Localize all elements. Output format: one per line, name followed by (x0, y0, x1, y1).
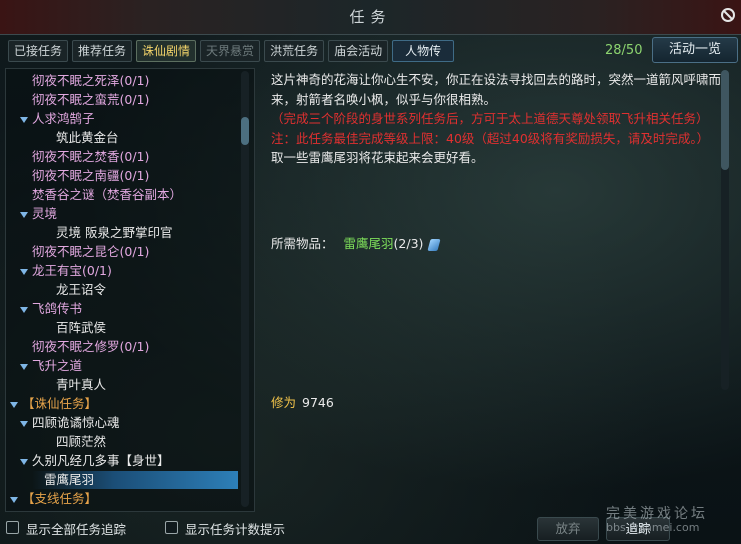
quest-list-item[interactable]: 飞升之道 (20, 357, 82, 375)
quest-label: 彻夜不眠之修罗(0/1) (32, 339, 150, 354)
expand-caret-icon[interactable] (20, 363, 28, 370)
quest-list-item[interactable]: 灵境 (20, 205, 57, 223)
reward-value: 9746 (302, 395, 334, 410)
quest-reward: 修为 9746 (271, 392, 334, 411)
feather-icon[interactable] (427, 238, 442, 251)
quest-list-item[interactable]: 龙王有宝(0/1) (20, 262, 112, 280)
expand-caret-icon[interactable] (20, 458, 28, 465)
quest-list-item[interactable]: 【诛仙任务】 (10, 395, 97, 413)
scroll-thumb[interactable] (241, 117, 249, 145)
quest-list-item[interactable]: 人求鸿鹄子 (20, 110, 95, 128)
quest-list-item[interactable]: 彻夜不眠之焚香(0/1) (32, 148, 149, 166)
quest-intro: 这片神奇的花海让你心生不安，你正在设法寻找回去的路时，突然一道箭风呼啸而来，射箭… (271, 72, 722, 107)
quest-label: 百阵武侯 (56, 320, 107, 335)
quest-label: 筑此黄金台 (56, 130, 119, 145)
expand-caret-icon[interactable] (20, 268, 28, 275)
quest-label: 雷鹰尾羽 (44, 472, 95, 487)
quest-counter: 28/50 (605, 43, 643, 58)
quest-label: 四顾诡谲惊心魂 (32, 415, 120, 430)
quest-list-panel: 彻夜不眠之死泽(0/1) 彻夜不眠之蛮荒(0/1) 人求鸿鹄子筑此黄金台彻夜不眠之焚… (5, 68, 255, 512)
title-bar[interactable]: 任务 (0, 0, 741, 35)
quest-note-level: 注：此任务最佳完成等级上限：40级（超过40级将有奖励损失，请及时完成。） (271, 130, 710, 146)
expand-caret-icon[interactable] (20, 420, 28, 427)
quest-list-item[interactable]: 彻夜不眠之死泽(0/1) (32, 72, 149, 90)
quest-list-item[interactable]: 焚香谷之谜（焚香谷副本） (32, 186, 182, 204)
abandon-button[interactable]: 放弃 (537, 517, 599, 541)
quest-label: 人求鸿鹄子 (32, 111, 95, 126)
quest-list-item[interactable]: 彻夜不眠之南疆(0/1) (32, 167, 149, 185)
expand-caret-icon[interactable] (20, 306, 28, 313)
quest-list-scrollbar[interactable] (241, 71, 249, 507)
quest-label: 四顾茫然 (56, 434, 107, 449)
quest-list-item[interactable]: 青叶真人 (56, 376, 106, 394)
quest-label: 彻夜不眠之焚香(0/1) (32, 149, 150, 164)
watermark-title: 完美游戏论坛 (606, 506, 708, 522)
quest-list-item[interactable]: 筑此黄金台 (56, 129, 119, 147)
quest-list-item[interactable]: 四顾茫然 (56, 433, 106, 451)
quest-label: 灵境 阪泉之野掌印官 (56, 225, 173, 240)
quest-window: 任务 已接任务 推荐任务 诛仙剧情 天界悬赏 洪荒任务 庙会活动 人物传 28/50 活动一… (0, 0, 741, 544)
show-count-tip-checkbox[interactable] (165, 521, 178, 534)
watermark-url: bbs.wanmei.com (606, 521, 700, 534)
activity-overview-button[interactable]: 活动一览 (652, 37, 738, 63)
quest-label: 龙王有宝(0/1) (32, 263, 112, 278)
quest-list-item[interactable]: 彻夜不眠之蛮荒(0/1) (32, 91, 149, 109)
tab-1[interactable]: 推荐任务 (72, 40, 133, 62)
tab-4[interactable]: 洪荒任务 (264, 40, 325, 62)
quest-list-item[interactable]: 龙王诏令 (56, 281, 106, 299)
detail-scroll-thumb[interactable] (721, 70, 729, 170)
close-icon[interactable] (721, 8, 735, 22)
show-all-track-checkbox[interactable] (6, 521, 19, 534)
expand-caret-icon[interactable] (10, 496, 18, 503)
quest-note-unlock: （完成三个阶段的身世系列任务后，方可于太上道德天尊处领取飞升相关任务） (271, 111, 709, 126)
quest-list-item[interactable]: 灵境 阪泉之野掌印官 (56, 224, 172, 242)
required-items: 所需物品： 雷鹰尾羽(2/3) (271, 233, 442, 252)
quest-list-item[interactable]: 百阵武侯 (56, 319, 106, 337)
expand-caret-icon[interactable] (20, 211, 28, 218)
required-item-name[interactable]: 雷鹰尾羽 (344, 236, 394, 251)
tab-6[interactable]: 人物传 (392, 40, 455, 62)
expand-caret-icon[interactable] (20, 116, 28, 123)
window-title: 任务 (349, 8, 392, 26)
quest-label: 龙王诏令 (56, 282, 107, 297)
quest-list-item-selected[interactable]: 雷鹰尾羽 (32, 471, 238, 489)
quest-label: 彻夜不眠之蛮荒(0/1) (32, 92, 150, 107)
quest-label: 久别凡经几多事【身世】 (32, 453, 170, 468)
tab-3[interactable]: 天界悬赏 (200, 40, 261, 62)
detail-scrollbar[interactable] (721, 70, 729, 390)
tab-5[interactable]: 庙会活动 (328, 40, 389, 62)
quest-list-item[interactable]: 四顾诡谲惊心魂 (20, 414, 120, 432)
reward-label: 修为 (271, 395, 297, 410)
quest-label: 【支线任务】 (22, 491, 98, 506)
tab-bar: 已接任务 推荐任务 诛仙剧情 天界悬赏 洪荒任务 庙会活动 人物传 (8, 40, 455, 62)
quest-list-item[interactable]: 彻夜不眠之昆仑(0/1) (32, 243, 149, 261)
quest-list-item[interactable]: 彻夜不眠之修罗(0/1) (32, 338, 149, 356)
quest-label: 彻夜不眠之死泽(0/1) (32, 73, 150, 88)
quest-list: 彻夜不眠之死泽(0/1) 彻夜不眠之蛮荒(0/1) 人求鸿鹄子筑此黄金台彻夜不眠之焚… (6, 69, 238, 511)
quest-description: 这片神奇的花海让你心生不安，你正在设法寻找回去的路时，突然一道箭风呼啸而来，射箭… (271, 70, 721, 168)
quest-objective: 取一些雷鹰尾羽将花束起来会更好看。 (271, 150, 484, 165)
quest-label: 飞升之道 (32, 358, 83, 373)
expand-caret-icon[interactable] (10, 401, 18, 408)
quest-detail-panel: 这片神奇的花海让你心生不安，你正在设法寻找回去的路时，突然一道箭风呼啸而来，射箭… (262, 68, 736, 510)
show-count-tip-label: 显示任务计数提示 (185, 522, 286, 537)
quest-list-item[interactable]: 【支线任务】 (10, 490, 97, 508)
tab-0[interactable]: 已接任务 (8, 40, 69, 62)
required-label: 所需物品： (271, 236, 334, 251)
quest-list-item[interactable]: 久别凡经几多事【身世】 (20, 452, 170, 470)
show-all-track-label: 显示全部任务追踪 (26, 522, 127, 537)
required-item-count: (2/3) (393, 236, 424, 251)
quest-label: 【诛仙任务】 (22, 396, 98, 411)
quest-list-item[interactable]: 飞鸽传书 (20, 300, 82, 318)
quest-label: 彻夜不眠之昆仑(0/1) (32, 244, 150, 259)
quest-label: 焚香谷之谜（焚香谷副本） (32, 187, 183, 202)
quest-label: 彻夜不眠之南疆(0/1) (32, 168, 150, 183)
quest-label: 灵境 (32, 206, 58, 221)
quest-label: 青叶真人 (56, 377, 107, 392)
tab-2[interactable]: 诛仙剧情 (136, 40, 197, 62)
quest-label: 飞鸽传书 (32, 301, 83, 316)
